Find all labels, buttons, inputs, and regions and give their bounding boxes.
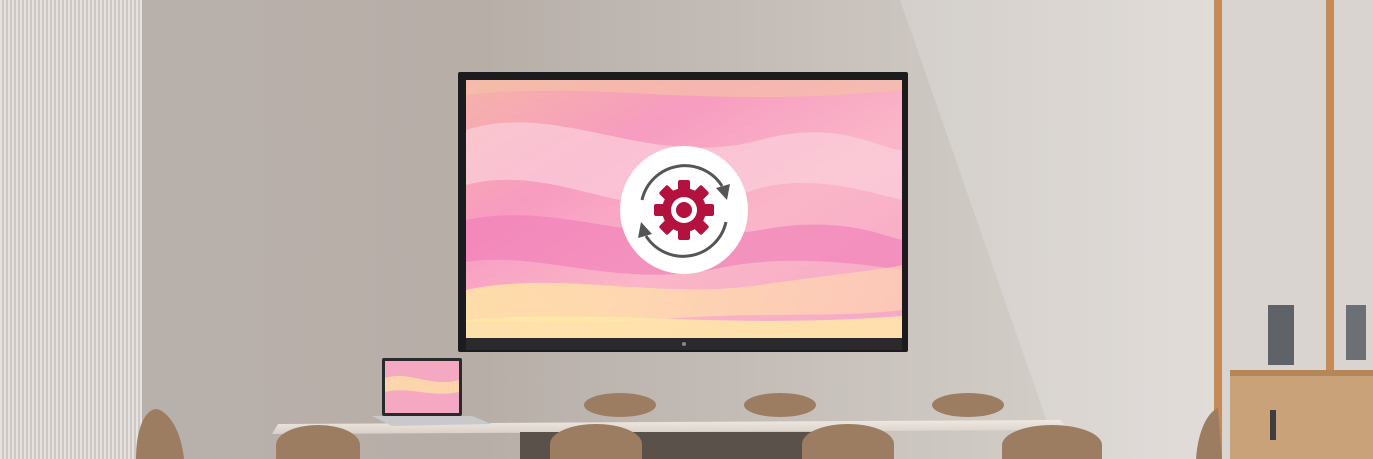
- conference-room-photo: [0, 0, 1373, 459]
- gear-refresh-icon: [620, 146, 748, 274]
